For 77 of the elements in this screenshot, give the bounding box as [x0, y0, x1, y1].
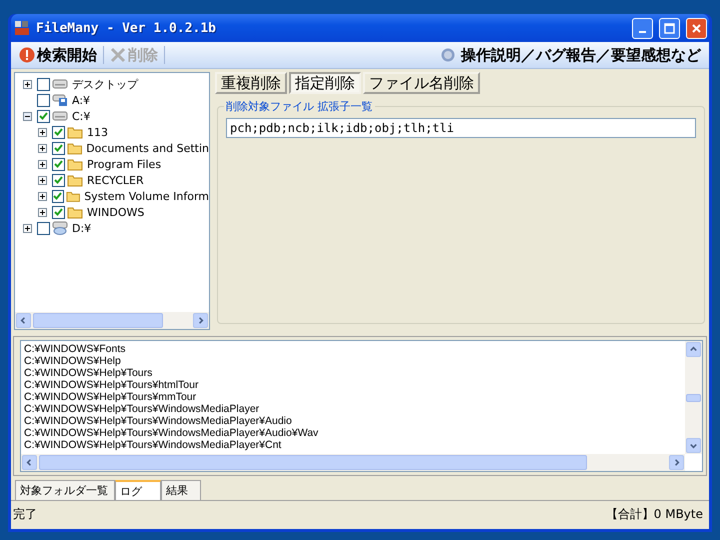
tree-item[interactable]: 113	[87, 126, 108, 138]
log-line: C:¥WINDOWS¥Help¥Tours	[24, 367, 154, 379]
status-message: 完了	[13, 506, 37, 522]
expand-toggle[interactable]	[38, 144, 47, 152]
scroll-thumb[interactable]	[686, 394, 701, 402]
close-icon	[691, 22, 702, 34]
help-icon	[441, 48, 455, 62]
tree-item[interactable]: デスクトップ	[72, 76, 138, 92]
close-button[interactable]	[686, 18, 707, 38]
checkbox[interactable]	[52, 158, 65, 170]
maximize-icon	[664, 22, 675, 34]
tree-item[interactable]: A:¥	[72, 94, 90, 106]
window-title: FileMany - Ver 1.0.2.1b	[36, 20, 218, 36]
status-total: 【合計】0 MByte	[606, 506, 703, 522]
checkbox[interactable]	[52, 190, 64, 202]
extensions-field[interactable]: pch;pdb;ncb;ilk;idb;obj;tlh;tli	[226, 118, 696, 138]
view-tab[interactable]: 対象フォルダ一覧	[15, 480, 115, 501]
folder-icon	[67, 174, 83, 186]
tree-item[interactable]: WINDOWS	[87, 206, 144, 218]
drive-icon	[52, 110, 68, 122]
tree-item[interactable]: Program Files	[87, 158, 162, 170]
log-line: C:¥WINDOWS¥Help¥Tours¥WindowsMediaPlayer¥Cnt	[24, 439, 282, 451]
collapse-toggle[interactable]	[23, 112, 32, 120]
scroll-thumb[interactable]	[39, 455, 587, 470]
checkbox[interactable]	[37, 78, 50, 90]
drive-icon	[52, 78, 68, 90]
vertical-scrollbar[interactable]	[685, 341, 702, 454]
mode-tab[interactable]: 重複削除	[215, 72, 287, 94]
floppy-drive-icon	[52, 93, 68, 107]
mode-tab[interactable]: 指定削除	[289, 72, 361, 94]
checkbox[interactable]	[37, 94, 50, 106]
checkbox[interactable]	[52, 126, 65, 138]
help-link[interactable]: 操作説明／バグ報告／要望感想など	[459, 46, 703, 64]
tree-item[interactable]: C:¥	[72, 110, 90, 122]
folder-icon	[66, 142, 82, 154]
minimize-icon	[639, 31, 646, 33]
expand-toggle[interactable]	[38, 208, 47, 216]
checkbox[interactable]	[37, 110, 50, 122]
log-line: C:¥WINDOWS¥Help¥Tours¥WindowsMediaPlayer¥Audio¥Wav	[24, 427, 320, 439]
expand-toggle[interactable]	[38, 128, 47, 136]
cross-icon	[110, 47, 126, 63]
log-line: C:¥WINDOWS¥Help¥Tours¥WindowsMediaPlayer¥Audio	[24, 415, 293, 427]
alert-icon	[19, 47, 35, 63]
checkbox[interactable]	[52, 174, 65, 186]
checkbox[interactable]	[37, 222, 50, 234]
tree-item[interactable]: RECYCLER	[87, 174, 144, 186]
expand-toggle[interactable]	[38, 160, 47, 168]
log-line: C:¥WINDOWS¥Help	[24, 355, 122, 367]
mode-tab[interactable]: ファイル名削除	[363, 72, 480, 94]
log-line: C:¥WINDOWS¥Help¥Tours¥htmlTour	[24, 379, 200, 391]
view-tab[interactable]: ログ	[115, 480, 161, 501]
log-line: C:¥WINDOWS¥Fonts	[24, 343, 127, 355]
tree-item[interactable]: D:¥	[72, 222, 92, 234]
scroll-thumb[interactable]	[33, 313, 163, 328]
checkbox[interactable]	[52, 206, 65, 218]
log-line: C:¥WINDOWS¥Help¥Tours¥mmTour	[24, 391, 198, 403]
horizontal-scrollbar[interactable]	[21, 454, 685, 471]
expand-toggle[interactable]	[38, 192, 47, 200]
folder-icon	[66, 190, 80, 202]
checkbox[interactable]	[52, 142, 65, 154]
cd-drive-icon	[52, 221, 68, 235]
app-icon	[14, 20, 30, 36]
horizontal-scrollbar[interactable]	[15, 312, 209, 329]
toolbar-button[interactable]: 検索開始	[17, 46, 99, 64]
expand-toggle[interactable]	[23, 80, 32, 88]
expand-toggle[interactable]	[38, 176, 47, 184]
folder-icon	[67, 206, 83, 218]
tree-item[interactable]: Documents and Settin	[86, 142, 209, 154]
minimize-button[interactable]	[632, 18, 653, 38]
folder-icon	[67, 126, 83, 138]
log-line: C:¥WINDOWS¥Help¥Tours¥WindowsMediaPlayer	[24, 403, 260, 415]
expand-toggle[interactable]	[23, 224, 32, 232]
maximize-button[interactable]	[659, 18, 680, 38]
view-tab[interactable]: 結果	[161, 480, 201, 501]
folder-icon	[67, 158, 83, 170]
group-label: 削除対象ファイル 拡張子一覧	[224, 99, 374, 114]
tree-item[interactable]: System Volume Inform	[84, 190, 209, 202]
